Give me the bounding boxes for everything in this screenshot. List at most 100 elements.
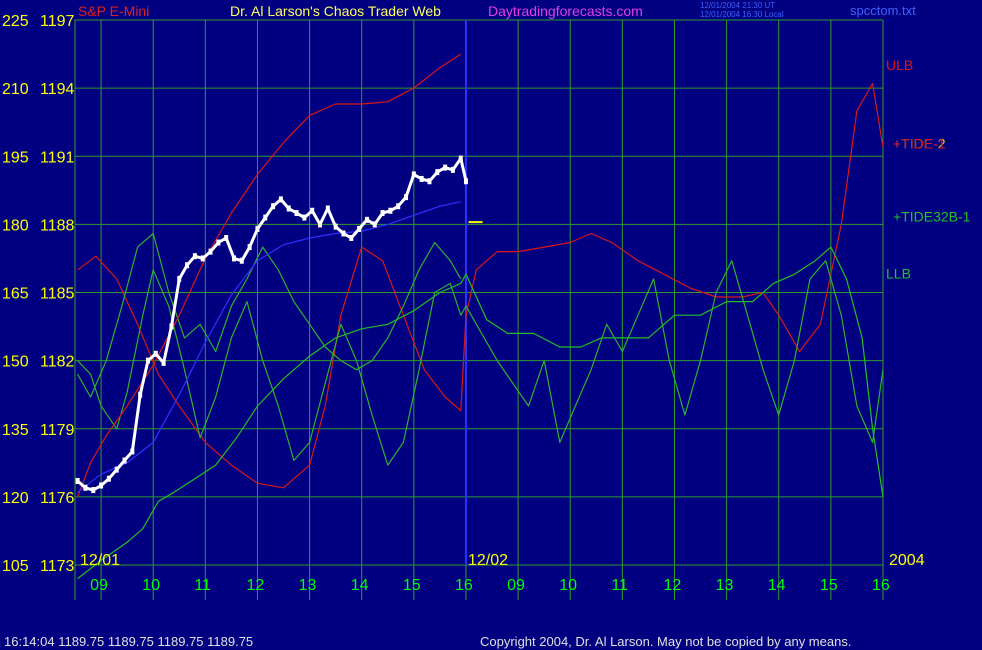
left-axis-tick: 210 — [2, 81, 29, 98]
price-bar — [419, 175, 424, 182]
price-axis-tick: 1191 — [40, 149, 75, 166]
time-axis-tick: 09 — [507, 577, 525, 594]
price-bar — [208, 248, 213, 255]
price-bar — [177, 275, 182, 282]
price-axis-tick: 1188 — [40, 217, 75, 234]
price-bar — [200, 255, 205, 262]
price-bar — [83, 484, 88, 491]
price-bar — [388, 207, 393, 214]
time-axis-tick: 09 — [90, 577, 108, 594]
price-bar — [185, 262, 190, 269]
price-bar — [263, 214, 268, 221]
left-axis-tick: 225 — [2, 13, 29, 30]
time-axis-tick: 16 — [872, 577, 890, 594]
ulb-label: ULB — [886, 57, 913, 73]
price-bar — [404, 194, 409, 201]
left-axis-tick: 195 — [2, 149, 29, 166]
price-bar — [364, 216, 369, 223]
date-label-mid: 12/02 — [468, 552, 508, 569]
time-axis-tick: 10 — [142, 577, 160, 594]
price-bar — [99, 482, 104, 489]
price-bar — [458, 155, 463, 162]
price-bar — [435, 169, 440, 176]
tide32b-label: +TIDE32B-1 — [893, 208, 971, 224]
price-bar — [106, 475, 111, 482]
year-label: 2004 — [889, 552, 925, 569]
price-bar — [450, 166, 455, 173]
price-axis-tick: 1197 — [40, 13, 75, 30]
price-bar — [333, 223, 338, 230]
price-bar — [145, 357, 150, 364]
price-bar — [216, 239, 221, 246]
price-bar — [231, 255, 236, 262]
price-bar — [138, 391, 143, 398]
site-name: Daytradingforecasts.com — [488, 3, 643, 19]
tide1-label: +TIDE-1 — [893, 135, 946, 151]
price-bar — [318, 221, 323, 228]
left-axis-tick: 180 — [2, 217, 29, 234]
price-bar — [294, 210, 299, 217]
price-bar — [169, 323, 174, 330]
price-bar — [286, 205, 291, 212]
price-bar — [411, 171, 416, 178]
left-axis-tick: 105 — [2, 558, 29, 575]
price-bar — [122, 457, 127, 464]
time-axis-tick: 10 — [559, 577, 577, 594]
time-axis-tick: 14 — [768, 577, 786, 594]
time-axis-tick: 15 — [403, 577, 421, 594]
quote-readout: 16:14:04 1189.75 1189.75 1189.75 1189.75 — [4, 634, 253, 649]
price-bar — [357, 225, 362, 232]
chart-title: Dr. Al Larson's Chaos Trader Web — [230, 3, 441, 19]
copyright: Copyright 2004, Dr. Al Larson. May not b… — [480, 634, 851, 649]
price-bar — [75, 477, 80, 484]
price-bar — [372, 221, 377, 228]
time-axis-tick: 15 — [820, 577, 838, 594]
price-bar — [224, 235, 229, 241]
price-bar — [255, 225, 260, 232]
price-bar — [247, 244, 252, 251]
price-bar — [161, 359, 166, 366]
price-bar — [349, 235, 354, 241]
time-axis-tick: 11 — [611, 577, 628, 594]
price-axis-tick: 1182 — [40, 354, 75, 371]
price-bar — [325, 205, 330, 212]
left-axis-tick: 150 — [2, 354, 29, 371]
price-bar — [396, 203, 401, 210]
price-axis-tick: 1194 — [40, 81, 75, 98]
time-axis-tick: 14 — [351, 577, 369, 594]
time-axis-tick: 11 — [194, 577, 211, 594]
time-axis-tick: 12 — [246, 577, 264, 594]
price-bar — [341, 230, 346, 237]
llb-label: LLB — [886, 266, 911, 282]
timestamp-ut: 12/01/2004 21:30 UT — [700, 1, 775, 10]
left-axis-tick: 120 — [2, 490, 29, 507]
time-axis-tick: 16 — [455, 577, 473, 594]
price-bar — [91, 487, 96, 494]
price-bar — [153, 350, 158, 357]
time-axis-tick: 12 — [663, 577, 681, 594]
date-label-start: 12/01 — [80, 552, 120, 569]
time-axis-tick: 13 — [299, 577, 317, 594]
price-bar — [380, 210, 385, 217]
price-bar — [463, 178, 468, 185]
price-bar — [114, 466, 119, 473]
timestamp-local: 12/01/2004 16:30 Local — [700, 10, 784, 19]
price-axis-tick: 1179 — [40, 422, 75, 439]
price-bar — [192, 253, 197, 260]
price-bar — [427, 178, 432, 185]
left-axis-tick: 135 — [2, 422, 29, 439]
symbol-label: S&P E-Mini — [78, 3, 149, 19]
price-bar — [271, 203, 276, 210]
chart-canvas: 225 1197 210 1194 195 1191 180 1188 165 1185 150 11… — [0, 0, 982, 650]
left-axis-tick: 165 — [2, 286, 29, 303]
price-bar — [278, 196, 283, 203]
time-axis-tick: 13 — [716, 577, 734, 594]
price-bar — [443, 164, 448, 171]
price-bar — [239, 257, 244, 264]
price-axis-tick: 1176 — [40, 490, 75, 507]
price-axis-tick: 1185 — [40, 286, 75, 303]
file-name: spcctom.txt — [850, 3, 916, 18]
price-bar — [302, 214, 307, 221]
price-axis-tick: 1173 — [40, 558, 75, 575]
price-bar — [310, 207, 315, 214]
